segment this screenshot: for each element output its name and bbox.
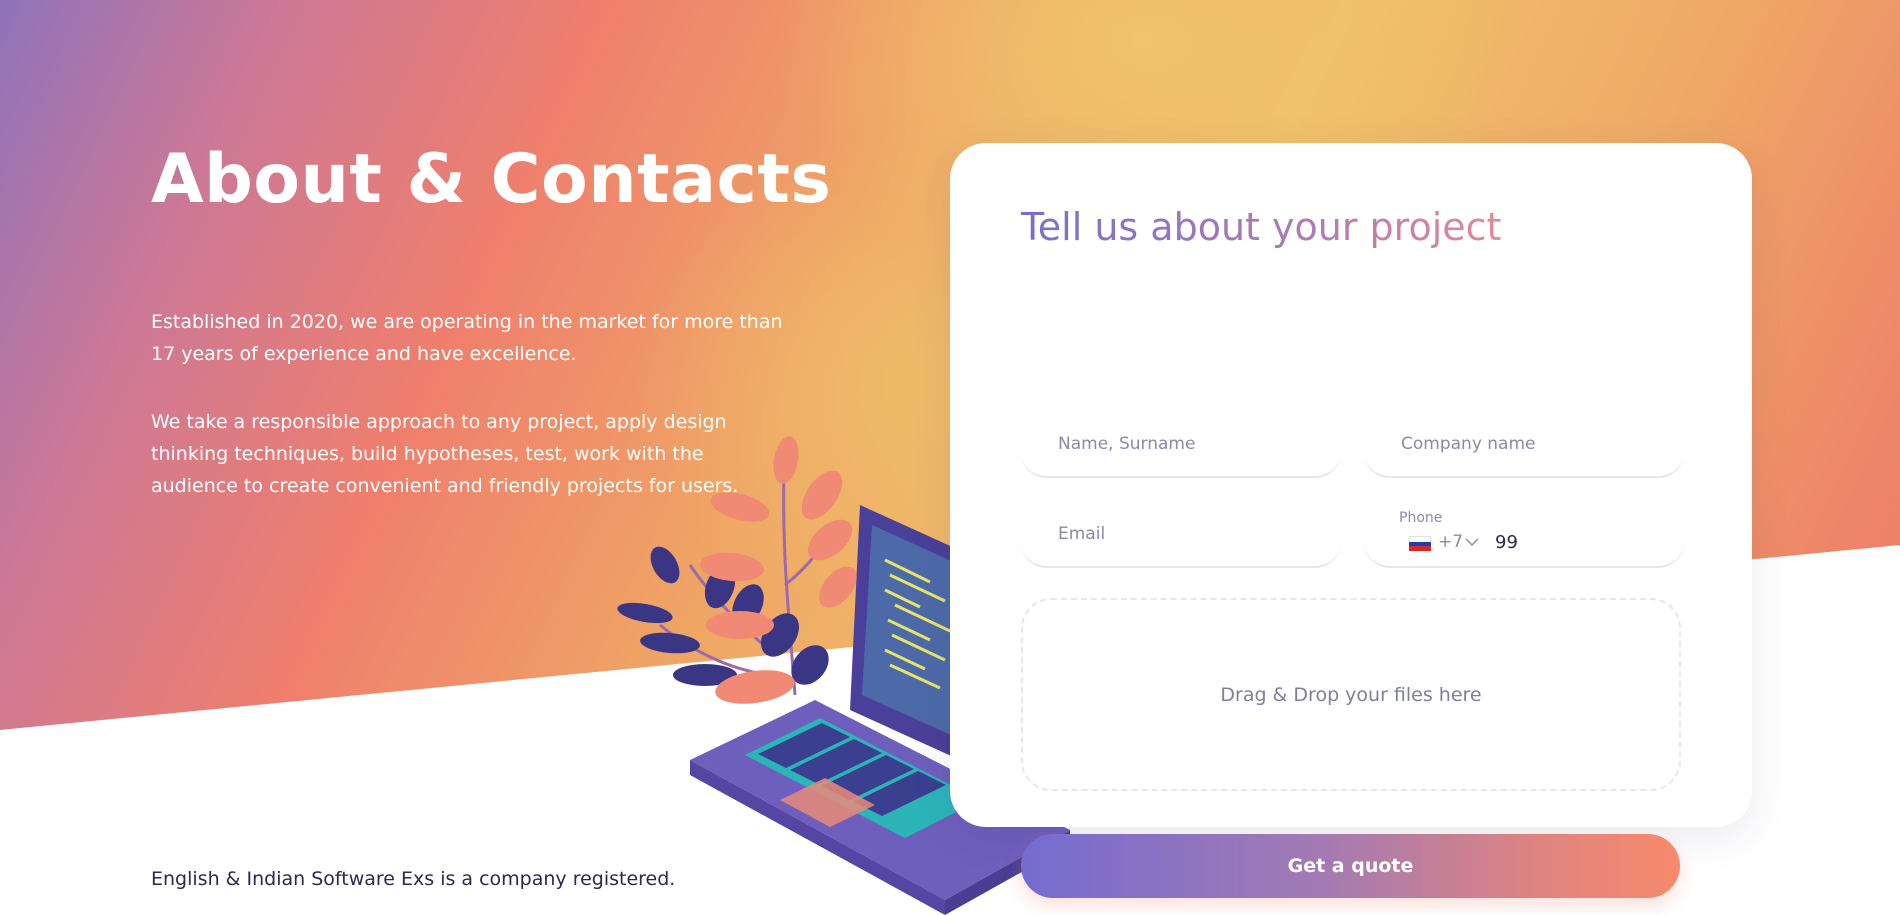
form-title: Tell us about your project [1021,205,1502,249]
country-code[interactable]: +7 [1438,532,1463,552]
name-field [1021,418,1341,478]
chevron-down-icon[interactable] [1464,536,1480,548]
email-input[interactable] [1056,518,1330,550]
get-quote-button[interactable]: Get a quote [1021,834,1680,898]
russia-flag-icon[interactable] [1409,536,1431,552]
file-dropzone[interactable]: Drag & Drop your files here [1021,598,1681,791]
company-input[interactable] [1399,428,1673,460]
footer-note: English & Indian Software Exs is a compa… [151,868,676,890]
phone-input[interactable]: 99 [1495,532,1518,553]
phone-field: Phone +7 99 [1364,508,1684,568]
phone-label: Phone [1399,510,1443,526]
page-title: About & Contacts [151,140,832,219]
email-field [1021,508,1341,568]
dropzone-label: Drag & Drop your files here [1220,683,1482,706]
name-input[interactable] [1056,428,1330,460]
company-field [1364,418,1684,478]
quote-form-card: Tell us about your project Phone +7 99 D… [950,143,1752,898]
about-paragraph-1: Established in 2020, we are operating in… [151,311,783,365]
